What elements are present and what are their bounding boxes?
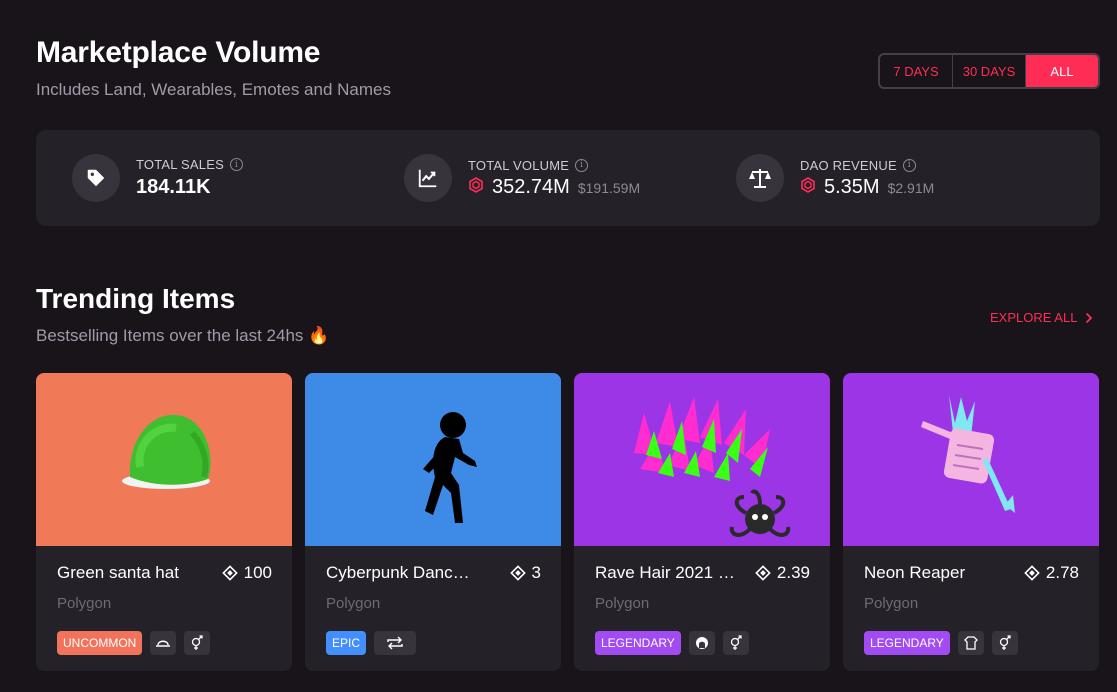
item-card-cyberpunk-dance[interactable]: Cyberpunk Dance Skeleton 3 Polygon EPIC [305, 373, 561, 671]
mana-diamond-icon [1024, 565, 1040, 581]
total-sales-value: 184.11K [136, 176, 211, 198]
item-name: Cyberpunk Dance Skeleton [326, 563, 476, 582]
total-volume-stat: TOTAL VOLUME i 352.74M $191.59M [404, 154, 640, 202]
total-sales-stat: TOTAL SALES i 184.11K [72, 154, 243, 202]
total-volume-value: 352.74M [492, 175, 570, 198]
dao-revenue-label: DAO REVENUE [800, 157, 897, 173]
item-card-neon-reaper[interactable]: Neon Reaper 2.78 Polygon LEGENDARY [843, 373, 1099, 671]
chart-trend-icon [404, 154, 452, 202]
tag-icon [72, 154, 120, 202]
stats-panel: TOTAL SALES i 184.11K TOTAL VOLUME i 352.7… [36, 130, 1100, 226]
explore-all-link[interactable]: EXPLORE ALL [990, 310, 1093, 325]
time-range-selector: 7 DAYS 30 DAYS ALL [878, 53, 1100, 89]
item-name: Rave Hair 2021 Neon [595, 563, 745, 582]
scale-icon [736, 154, 784, 202]
item-card-rave-hair[interactable]: Rave Hair 2021 Neon 2.39 Polygon LEGENDA… [574, 373, 830, 671]
item-price-value: 3 [531, 563, 541, 582]
item-price: 2.78 [1024, 563, 1079, 583]
rarity-badge: UNCOMMON [57, 631, 143, 655]
item-network: Polygon [595, 595, 650, 612]
neon-reaper-image [921, 395, 1015, 513]
item-network: Polygon [57, 595, 112, 612]
rave-hair-image [634, 397, 791, 537]
hat-category-icon [150, 631, 177, 655]
item-price-value: 2.78 [1045, 563, 1079, 582]
unisex-gender-icon [722, 631, 749, 655]
dao-revenue-usd: $2.91M [887, 179, 935, 196]
item-price: 2.39 [755, 563, 810, 583]
dancer-silhouette-image [423, 412, 477, 523]
item-tags: UNCOMMON [57, 631, 211, 655]
range-all-button[interactable]: ALL [1026, 55, 1098, 87]
dao-revenue-value: 5.35M [824, 175, 880, 198]
page-subtitle: Includes Land, Wearables, Emotes and Nam… [36, 80, 391, 99]
item-name: Neon Reaper [864, 563, 966, 582]
range-30-days-button[interactable]: 30 DAYS [953, 55, 1026, 87]
unisex-gender-icon [184, 631, 211, 655]
chevron-right-icon [1086, 312, 1093, 323]
mana-icon [801, 176, 815, 193]
mana-icon [469, 176, 483, 193]
mana-diamond-icon [221, 565, 238, 581]
info-icon[interactable]: i [575, 158, 589, 172]
dao-revenue-stat: DAO REVENUE i 5.35M $2.91M [736, 154, 934, 202]
item-card-green-santa-hat[interactable]: Green santa hat 100 Polygon UNCOMMON [36, 373, 292, 671]
item-thumbnail [574, 373, 830, 546]
mana-diamond-icon [509, 565, 526, 581]
total-volume-label: TOTAL VOLUME [468, 157, 570, 173]
trending-subtitle: Bestselling Items over the last 24hs 🔥 [36, 326, 330, 345]
unisex-gender-icon [991, 631, 1018, 655]
item-price: 100 [221, 563, 272, 583]
item-tags: EPIC [326, 631, 417, 655]
page-title: Marketplace Volume [36, 36, 321, 69]
upper-body-category-icon [957, 631, 984, 655]
range-7-days-button[interactable]: 7 DAYS [880, 55, 953, 87]
item-thumbnail [36, 373, 292, 546]
item-thumbnail [305, 373, 561, 546]
total-sales-label: TOTAL SALES [136, 157, 224, 172]
trending-title: Trending Items [36, 283, 236, 314]
emote-loop-icon [374, 631, 417, 655]
info-icon[interactable]: i [902, 158, 916, 172]
hair-category-icon [688, 631, 715, 655]
item-tags: LEGENDARY [864, 631, 1018, 655]
item-name: Green santa hat [57, 563, 179, 582]
item-tags: LEGENDARY [595, 631, 749, 655]
info-icon[interactable]: i [229, 158, 243, 171]
santa-hat-image [122, 414, 211, 489]
explore-all-label: EXPLORE ALL [990, 310, 1078, 325]
rarity-badge: LEGENDARY [595, 631, 681, 655]
total-volume-usd: $191.59M [577, 179, 641, 196]
item-network: Polygon [864, 595, 919, 612]
item-price-value: 2.39 [776, 563, 810, 582]
item-network: Polygon [326, 595, 381, 612]
item-price-value: 100 [243, 563, 272, 582]
item-price: 3 [509, 563, 541, 583]
item-thumbnail [843, 373, 1099, 546]
rarity-badge: EPIC [326, 631, 367, 655]
rarity-badge: LEGENDARY [864, 631, 950, 655]
mana-diamond-icon [755, 565, 771, 581]
